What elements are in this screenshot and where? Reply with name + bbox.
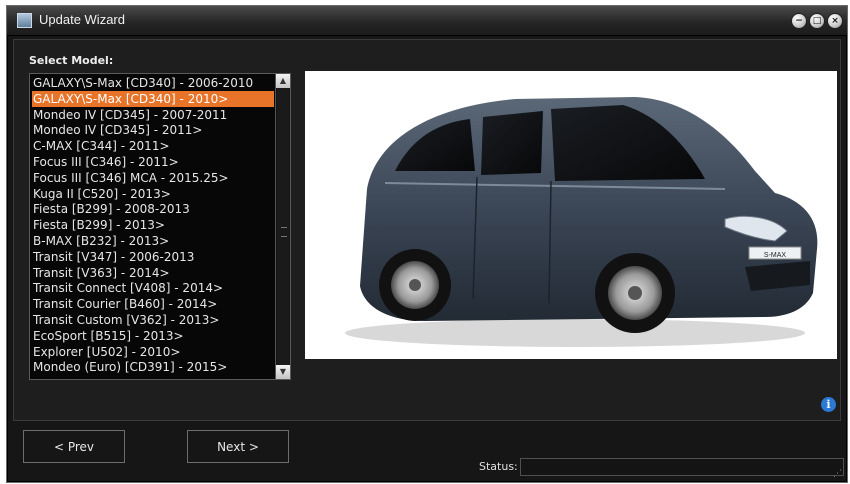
scroll-thumb[interactable]	[277, 88, 289, 365]
select-model-label: Select Model:	[29, 54, 114, 67]
model-list-item[interactable]: GALAXY\S-Max [CD340] - 2006-2010	[32, 75, 274, 91]
info-icon[interactable]: i	[821, 397, 836, 412]
maximize-button[interactable]: □	[809, 13, 825, 29]
model-list-item[interactable]: Transit Courier [B460] - 2014>	[32, 296, 274, 312]
scroll-grip-icon	[281, 227, 287, 237]
next-button[interactable]: Next >	[187, 430, 289, 463]
model-list-item[interactable]: Transit Custom [V362] - 2013>	[32, 312, 274, 328]
license-plate-text: S-MAX	[764, 252, 787, 259]
model-list-item[interactable]: Transit Connect [V408] - 2014>	[32, 280, 274, 296]
model-list-item[interactable]: C-MAX [C344] - 2011>	[32, 138, 274, 154]
update-wizard-window: Update Wizard − □ × Select Model: GALAXY…	[6, 5, 848, 483]
scroll-up-icon[interactable]: ▲	[276, 74, 290, 88]
model-list-item[interactable]: Mondeo IV [CD345] - 2011>	[32, 122, 274, 138]
status-label: Status:	[479, 460, 518, 473]
scroll-down-icon[interactable]: ▼	[276, 365, 290, 379]
model-selection-panel: Select Model: GALAXY\S-Max [CD340] - 200…	[13, 39, 841, 421]
model-list-item[interactable]: Transit [V363] - 2014>	[32, 265, 274, 281]
model-list-item[interactable]: Explorer [U502] - 2010>	[32, 344, 274, 360]
resize-grip-icon[interactable]: ⋰	[833, 469, 842, 479]
minimize-button[interactable]: −	[791, 13, 807, 29]
title-bar[interactable]: Update Wizard − □ ×	[7, 6, 847, 36]
window-title: Update Wizard	[39, 12, 125, 27]
model-list-item[interactable]: GALAXY\S-Max [CD340] - 2010>	[32, 90, 274, 107]
model-list-item[interactable]: Kuga II [C520] - 2013>	[32, 186, 274, 202]
model-list-item[interactable]: Fiesta [B299] - 2013>	[32, 217, 274, 233]
model-list-item[interactable]: Mondeo IV [CD345] - 2007-2011	[32, 107, 274, 123]
model-list-item[interactable]: EcoSport [B515] - 2013>	[32, 328, 274, 344]
app-icon	[17, 13, 32, 28]
model-list-item[interactable]: Fiesta [B299] - 2008-2013	[32, 201, 274, 217]
model-list-item[interactable]: Focus III [C346] MCA - 2015.25>	[32, 170, 274, 186]
model-list-item[interactable]: Focus III [C346] - 2011>	[32, 154, 274, 170]
model-preview-image: S-MAX	[305, 71, 837, 359]
status-field	[520, 458, 844, 476]
model-list-item[interactable]: Mondeo (Euro) [CD391] - 2015>	[32, 359, 274, 375]
model-list-scrollbar[interactable]: ▲ ▼	[275, 74, 290, 379]
model-list[interactable]: GALAXY\S-Max [CD340] - 2006-2010 GALAXY\S…	[29, 73, 291, 380]
close-button[interactable]: ×	[827, 13, 843, 29]
model-list-item[interactable]: Transit [V347] - 2006-2013	[32, 249, 274, 265]
prev-button[interactable]: < Prev	[23, 430, 125, 463]
car-illustration: S-MAX	[345, 97, 818, 347]
model-list-item[interactable]: B-MAX [B232] - 2013>	[32, 233, 274, 249]
